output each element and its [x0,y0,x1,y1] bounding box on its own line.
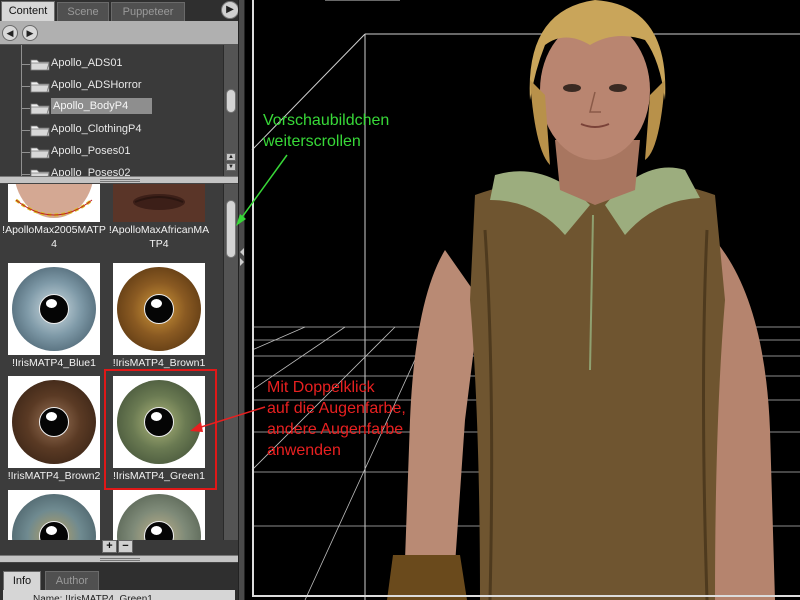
green-arrow-icon [236,154,288,226]
annotation-line: andere Augenfarbe [267,421,404,438]
annotation-arrows [190,154,288,432]
annotation-line: Mit Doppelklick [267,379,375,396]
annotation-line: auf die Augenfarbe, [267,400,406,417]
annotation-line: anwenden [267,442,341,459]
red-arrow-icon [190,406,266,432]
annotation-doubleclick-hint: Mit Doppelklick auf die Augenfarbe, ande… [267,377,406,461]
